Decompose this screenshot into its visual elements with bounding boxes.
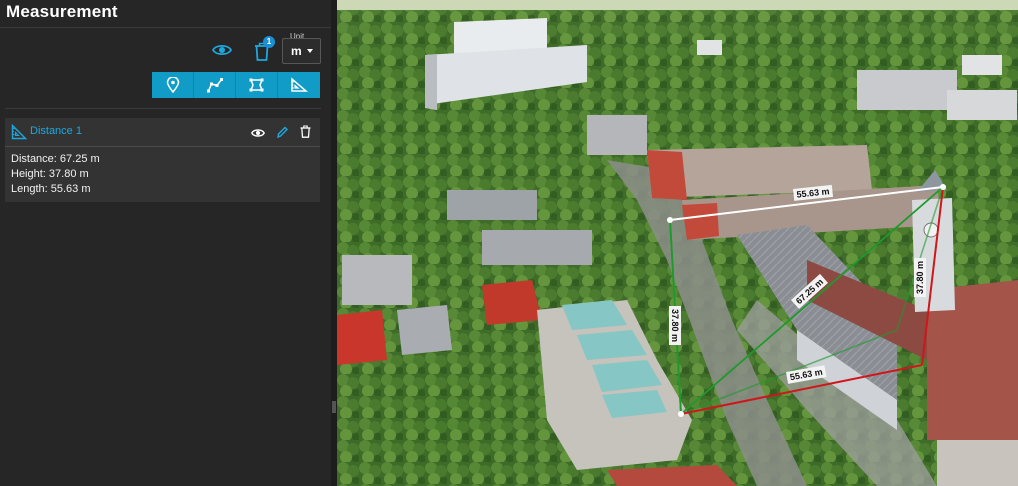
building (342, 255, 412, 305)
building (337, 310, 387, 365)
eye-icon (211, 44, 233, 56)
distance-value: Distance: 67.25 m (11, 153, 100, 165)
label-text: 37.80 m (915, 260, 925, 294)
polygon-area-icon (249, 78, 264, 92)
delete-all-button[interactable]: 1 (253, 36, 275, 62)
polyline-icon (206, 78, 223, 93)
label-left-height: 37.80 m (669, 306, 681, 346)
measure-point[interactable] (667, 217, 673, 223)
building (697, 40, 722, 55)
toggle-visibility-all-button[interactable] (211, 41, 233, 59)
distance-tool-button[interactable] (278, 72, 320, 98)
panel-title: Measurement (6, 2, 118, 21)
label-right-height: 37.80 m (914, 257, 926, 297)
delete-measurement-button[interactable] (300, 125, 311, 138)
unit-value: m (291, 44, 302, 58)
measurement-name-link[interactable]: Distance 1 (30, 125, 82, 137)
measure-point[interactable] (678, 411, 684, 417)
area-tool-button[interactable] (236, 72, 278, 98)
roof (682, 203, 719, 240)
title-divider (0, 27, 331, 28)
list-divider (5, 108, 321, 109)
building (857, 70, 957, 110)
measurement-count-badge: 1 (263, 36, 275, 48)
building (962, 55, 1002, 75)
building (425, 54, 437, 110)
building (447, 190, 537, 220)
building (947, 90, 1017, 120)
polyline-tool-button[interactable] (194, 72, 236, 98)
building-wall (937, 440, 1018, 486)
label-text: 55.63 m (796, 186, 830, 200)
map-pin-icon (166, 77, 179, 93)
unit-select[interactable]: m (282, 38, 321, 64)
set-square-icon (291, 77, 308, 92)
roof (647, 150, 687, 200)
map-viewport[interactable]: 55.63 m 55.63 m 67.25 m 37.80 m 37.80 m (337, 0, 1018, 486)
measurement-item-header: Distance 1 (5, 118, 320, 147)
toggle-visibility-button[interactable] (251, 126, 265, 138)
grip-icon (332, 401, 336, 413)
measurement-toolbar (152, 72, 320, 98)
height-value: Height: 37.80 m (11, 168, 89, 180)
length-value: Length: 55.63 m (11, 183, 91, 195)
edit-measurement-button[interactable] (276, 125, 288, 139)
measurement-item[interactable]: Distance 1 Distance: 67.25 m Height: 37.… (5, 118, 320, 202)
building (482, 280, 542, 325)
label-text: 37.80 m (670, 309, 680, 343)
caret-down-icon (307, 49, 313, 53)
measure-point[interactable] (940, 184, 946, 190)
map-scene (337, 0, 1018, 486)
building (482, 230, 592, 265)
pencil-icon (277, 126, 288, 139)
measurement-panel: Measurement 1 Unit m Distance 1 Distance… (0, 0, 331, 486)
building (587, 115, 647, 155)
set-square-icon (11, 124, 27, 140)
horizon (337, 0, 1018, 10)
eye-icon (251, 129, 265, 137)
point-tool-button[interactable] (152, 72, 194, 98)
trash-icon (300, 125, 311, 138)
building (397, 305, 452, 355)
